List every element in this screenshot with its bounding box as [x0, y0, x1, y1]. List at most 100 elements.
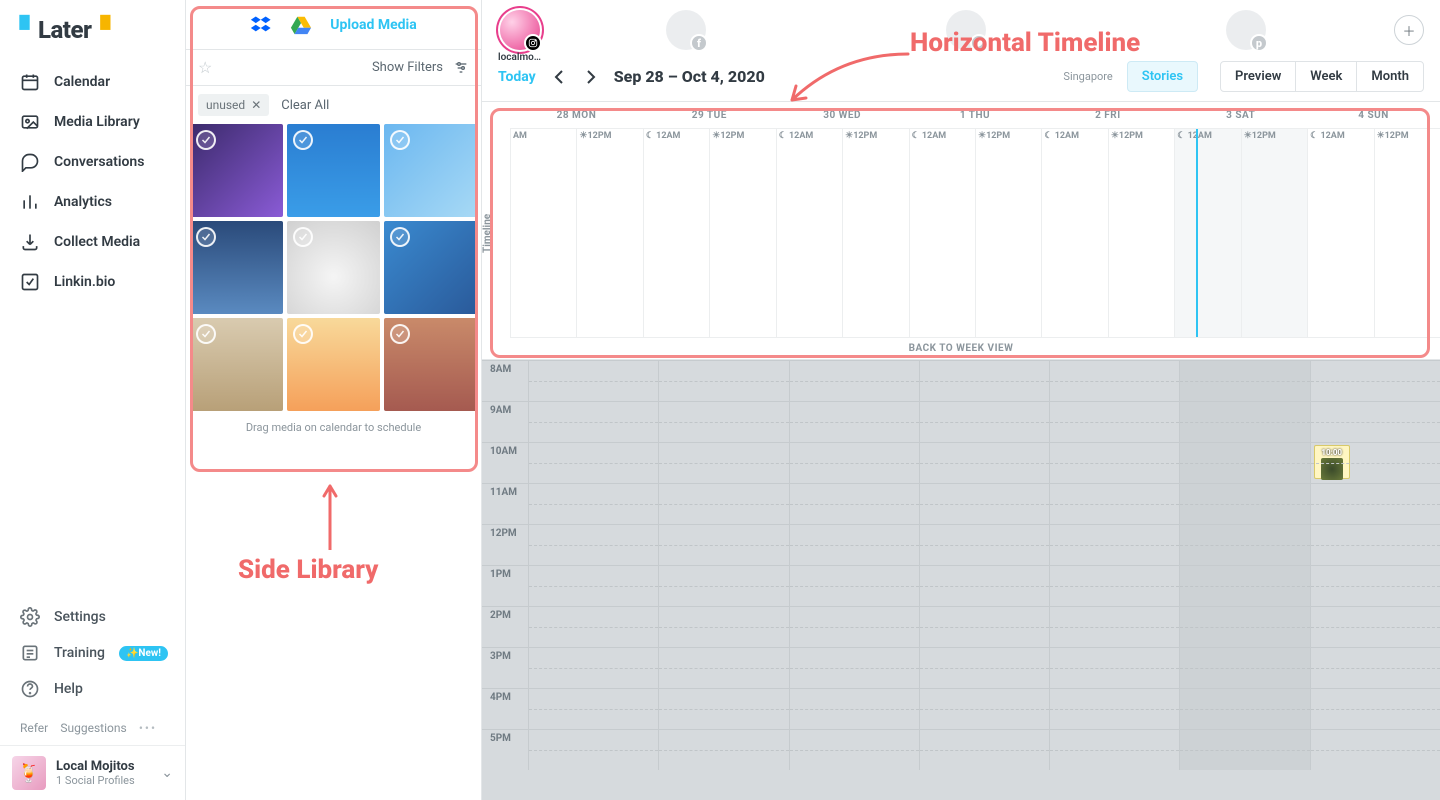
- calendar-cell[interactable]: 10:00: [1310, 443, 1440, 483]
- calendar-cell[interactable]: [789, 443, 919, 483]
- calendar-cell[interactable]: [919, 525, 1049, 565]
- today-button[interactable]: Today: [498, 69, 536, 85]
- suggestions-link[interactable]: Suggestions: [60, 721, 126, 735]
- calendar-cell[interactable]: [658, 689, 788, 729]
- sidebar-item-collect-media[interactable]: Collect Media: [0, 222, 185, 262]
- calendar-cell[interactable]: [528, 443, 658, 483]
- calendar-cell[interactable]: [528, 361, 658, 401]
- media-thumbnail[interactable]: [287, 221, 380, 314]
- calendar-cell[interactable]: [1049, 484, 1179, 524]
- calendar-cell[interactable]: [789, 484, 919, 524]
- media-thumbnail[interactable]: [190, 221, 283, 314]
- calendar-cell[interactable]: [1049, 689, 1179, 729]
- sidebar-item-training[interactable]: Training✨New!: [0, 635, 185, 671]
- media-thumbnail[interactable]: [384, 318, 477, 411]
- timeline-grid[interactable]: AM☀12PM☾ 12AM☀12PM☾ 12AM☀12PM☾ 12AM☀12PM…: [510, 128, 1440, 338]
- select-check-icon[interactable]: [390, 130, 410, 150]
- calendar-cell[interactable]: [789, 402, 919, 442]
- timeline-halfday-column[interactable]: ☀12PM: [1374, 129, 1440, 337]
- calendar-cell[interactable]: [1049, 402, 1179, 442]
- timeline-halfday-column[interactable]: ☀12PM: [1241, 129, 1307, 337]
- timeline-halfday-column[interactable]: ☀12PM: [842, 129, 908, 337]
- calendar-cell[interactable]: [528, 484, 658, 524]
- calendar-cell[interactable]: [1049, 361, 1179, 401]
- calendar-cell[interactable]: [1310, 525, 1440, 565]
- select-check-icon[interactable]: [196, 227, 216, 247]
- clear-all-button[interactable]: Clear All: [281, 98, 329, 113]
- calendar-cell[interactable]: [919, 402, 1049, 442]
- timeline-halfday-column[interactable]: ☾ 12AM: [1307, 129, 1373, 337]
- media-thumbnail[interactable]: [287, 124, 380, 217]
- profile-avatar-instagram[interactable]: [500, 10, 540, 50]
- select-check-icon[interactable]: [293, 130, 313, 150]
- sidebar-item-help[interactable]: Help: [0, 671, 185, 707]
- calendar-cell[interactable]: [919, 689, 1049, 729]
- calendar-cell[interactable]: [658, 730, 788, 770]
- calendar-cell[interactable]: [1179, 607, 1309, 647]
- calendar-cell[interactable]: [919, 566, 1049, 606]
- next-week-button[interactable]: [582, 68, 600, 86]
- week-view-button[interactable]: Week: [1295, 61, 1357, 92]
- timeline-halfday-column[interactable]: ☀12PM: [709, 129, 775, 337]
- filter-chip-unused[interactable]: unused✕: [198, 94, 269, 116]
- timeline-halfday-column[interactable]: ☾ 12AM: [643, 129, 709, 337]
- sidebar-item-analytics[interactable]: Analytics: [0, 182, 185, 222]
- timeline-halfday-column[interactable]: ☾ 12AM: [1041, 129, 1107, 337]
- calendar-cell[interactable]: [789, 525, 919, 565]
- back-to-week-button[interactable]: BACK TO WEEK VIEW: [482, 338, 1440, 359]
- calendar-cell[interactable]: [789, 689, 919, 729]
- upload-media-button[interactable]: Upload Media: [330, 17, 416, 33]
- calendar-cell[interactable]: [919, 730, 1049, 770]
- timeline-halfday-column[interactable]: ☀12PM: [576, 129, 642, 337]
- calendar-cell[interactable]: [1310, 484, 1440, 524]
- select-check-icon[interactable]: [390, 227, 410, 247]
- select-check-icon[interactable]: [196, 130, 216, 150]
- calendar-cell[interactable]: [658, 648, 788, 688]
- calendar-cell[interactable]: [1179, 484, 1309, 524]
- calendar-cell[interactable]: [1049, 443, 1179, 483]
- calendar-cell[interactable]: [658, 607, 788, 647]
- profile-avatar-facebook[interactable]: f: [666, 10, 706, 50]
- calendar-cell[interactable]: [658, 361, 788, 401]
- calendar-cell[interactable]: [528, 730, 658, 770]
- calendar-cell[interactable]: [1179, 443, 1309, 483]
- prev-week-button[interactable]: [550, 68, 568, 86]
- filter-icon[interactable]: [453, 60, 469, 76]
- timeline-halfday-column[interactable]: ☀12PM: [1108, 129, 1174, 337]
- media-thumbnail[interactable]: [190, 318, 283, 411]
- account-switcher[interactable]: 🍹 Local Mojitos 1 Social Profiles ⌄: [0, 745, 185, 800]
- sidebar-item-conversations[interactable]: Conversations: [0, 142, 185, 182]
- calendar-cell[interactable]: [658, 484, 788, 524]
- calendar-cell[interactable]: [528, 689, 658, 729]
- calendar-cell[interactable]: [789, 607, 919, 647]
- timeline-halfday-column[interactable]: ☀12PM: [975, 129, 1041, 337]
- calendar-cell[interactable]: [1179, 361, 1309, 401]
- media-thumbnail[interactable]: [287, 318, 380, 411]
- timezone-label[interactable]: Singapore: [1063, 70, 1112, 83]
- sidebar-item-media-library[interactable]: Media Library: [0, 102, 185, 142]
- calendar-cell[interactable]: [1310, 730, 1440, 770]
- calendar-cell[interactable]: [1179, 648, 1309, 688]
- calendar-cell[interactable]: [1179, 730, 1309, 770]
- calendar-cell[interactable]: [1049, 648, 1179, 688]
- calendar-cell[interactable]: [1179, 566, 1309, 606]
- media-thumbnail[interactable]: [384, 221, 477, 314]
- calendar-cell[interactable]: [1049, 525, 1179, 565]
- calendar-cell[interactable]: [789, 361, 919, 401]
- calendar-cell[interactable]: [1310, 361, 1440, 401]
- month-view-button[interactable]: Month: [1356, 61, 1424, 92]
- calendar-cell[interactable]: [919, 607, 1049, 647]
- media-thumbnail[interactable]: [190, 124, 283, 217]
- calendar-cell[interactable]: [1179, 689, 1309, 729]
- profile-avatar-pinterest[interactable]: p: [1226, 10, 1266, 50]
- stories-toggle[interactable]: Stories: [1127, 61, 1198, 92]
- calendar-cell[interactable]: [658, 525, 788, 565]
- calendar-cell[interactable]: [528, 648, 658, 688]
- timeline-halfday-column[interactable]: AM: [510, 129, 576, 337]
- preview-view-button[interactable]: Preview: [1220, 61, 1296, 92]
- show-filters-button[interactable]: Show Filters: [372, 60, 443, 75]
- more-icon[interactable]: •••: [139, 721, 157, 735]
- calendar-cell[interactable]: [1310, 566, 1440, 606]
- sidebar-item-linkin-bio[interactable]: Linkin.bio: [0, 262, 185, 302]
- select-check-icon[interactable]: [293, 227, 313, 247]
